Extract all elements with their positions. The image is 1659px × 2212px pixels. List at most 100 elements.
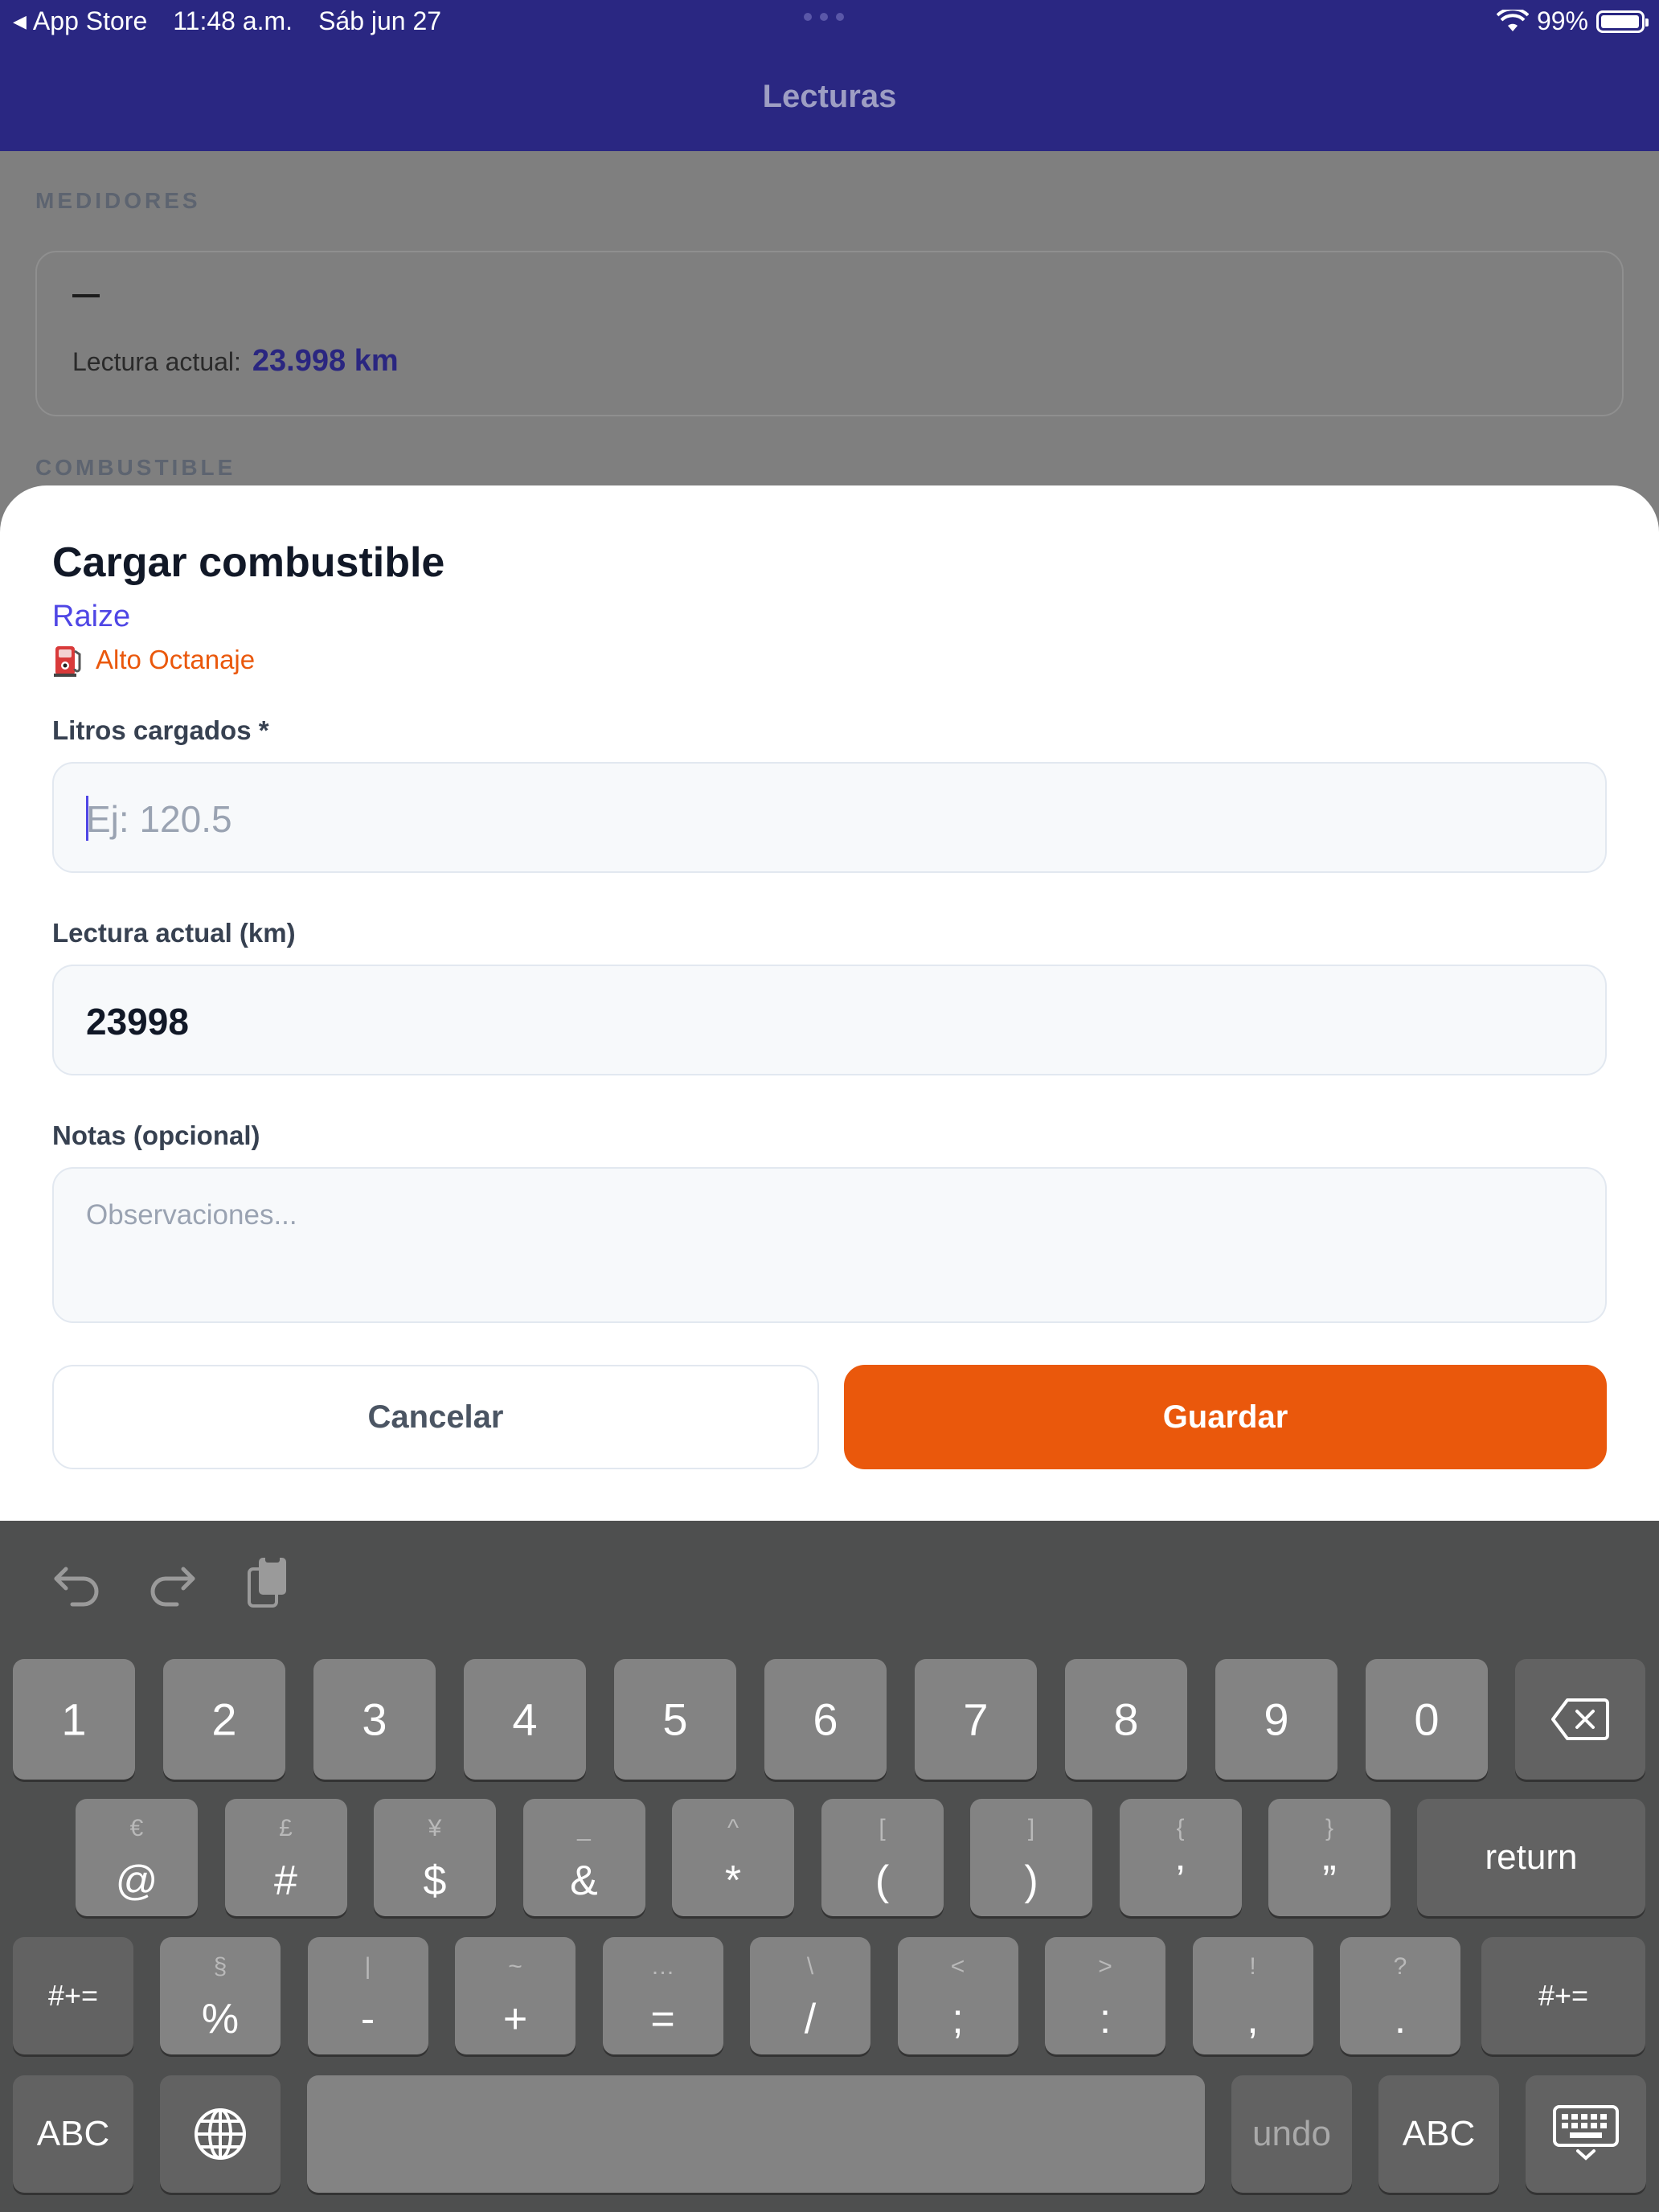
space-bar[interactable] — [307, 2075, 1205, 2193]
key-alt-label: ~ — [508, 1953, 522, 1980]
key-alt-label: € — [129, 1815, 144, 1841]
key-0[interactable]: 0 — [1366, 1659, 1488, 1780]
key-punct-8[interactable]: !, — [1192, 1937, 1313, 2054]
key-punct-5[interactable]: \ / — [750, 1937, 870, 2054]
key-label: % — [201, 1996, 240, 2042]
back-to-app-link[interactable]: App Store — [33, 6, 147, 36]
status-right: 99% — [1496, 6, 1649, 36]
key-label: 4 — [512, 1694, 538, 1745]
key-label: #+= — [47, 1979, 99, 2012]
key-2[interactable]: 2 — [163, 1659, 285, 1780]
key-punct-1[interactable]: §% — [160, 1937, 281, 2054]
key-punct-6[interactable]: <; — [897, 1937, 1018, 2054]
key-symbol-2[interactable]: £ # — [224, 1799, 347, 1916]
key-label: ” — [1322, 1858, 1337, 1904]
page-title: Lecturas — [762, 79, 897, 114]
key-alt-label: £ — [279, 1815, 293, 1841]
key-5[interactable]: 5 — [614, 1659, 736, 1780]
globe-key[interactable] — [160, 2075, 281, 2193]
liters-placeholder: Ej: 120.5 — [86, 798, 232, 840]
key-alt-label: _ — [577, 1815, 591, 1841]
key-symbol-6[interactable]: [( — [821, 1799, 944, 1916]
battery-icon — [1596, 10, 1649, 33]
key-label: . — [1394, 1996, 1407, 2042]
key-punct-7[interactable]: >: — [1045, 1937, 1165, 2054]
battery-percent: 99% — [1536, 6, 1588, 35]
key-label: * — [724, 1858, 742, 1904]
key-label: 0 — [1414, 1694, 1440, 1745]
key-label: 1 — [61, 1694, 87, 1745]
key-label: 5 — [662, 1694, 688, 1745]
key-punct-9[interactable]: ?. — [1340, 1937, 1460, 2054]
key-alt-label: < — [950, 1953, 965, 1980]
backspace-icon — [1551, 1698, 1609, 1740]
key-symbol-1[interactable]: € @ — [76, 1799, 198, 1916]
key-6[interactable]: 6 — [764, 1659, 887, 1780]
key-label: ; — [952, 1996, 964, 2042]
meter-card[interactable]: Lectura actual: 23.998 km — [35, 251, 1624, 416]
return-key[interactable]: return — [1417, 1799, 1645, 1916]
key-symbol-5[interactable]: ^ * — [672, 1799, 794, 1916]
key-label: 8 — [1113, 1694, 1139, 1745]
keyboard-dismiss-key[interactable] — [1526, 2075, 1646, 2193]
key-label: return — [1485, 1837, 1578, 1877]
key-1[interactable]: 1 — [13, 1659, 135, 1780]
key-alt-label: } — [1325, 1815, 1334, 1841]
key-punct-3[interactable]: ~ + — [455, 1937, 576, 2054]
section-medidores-label: MEDIDORES — [35, 188, 201, 213]
key-symbol-9[interactable]: }” — [1268, 1799, 1391, 1916]
reading-label: Lectura actual (km) — [52, 918, 296, 948]
key-alt-label: ¥ — [428, 1815, 442, 1841]
multitasking-dots-icon[interactable] — [804, 13, 844, 21]
key-symbol-4[interactable]: _ & — [522, 1799, 645, 1916]
abc-key-left[interactable]: ABC — [13, 2075, 133, 2193]
key-label: # — [274, 1858, 297, 1904]
key-label: , — [1247, 1996, 1259, 2042]
save-button[interactable]: Guardar — [844, 1365, 1607, 1469]
key-label: 6 — [813, 1694, 838, 1745]
key-label: ( — [875, 1858, 890, 1904]
key-punct-4[interactable]: … = — [602, 1937, 723, 2054]
key-alt-label: … — [650, 1953, 675, 1980]
key-8[interactable]: 8 — [1065, 1659, 1187, 1780]
shift-symbols-key-right[interactable]: #+= — [1481, 1937, 1645, 2054]
key-label: #+= — [1538, 1979, 1589, 2012]
key-alt-label: § — [213, 1953, 227, 1980]
abc-key-right[interactable]: ABC — [1378, 2075, 1499, 2193]
undo-key[interactable]: undo — [1231, 2075, 1352, 2193]
key-4[interactable]: 4 — [464, 1659, 586, 1780]
key-alt-label: | — [364, 1953, 371, 1980]
back-triangle-icon[interactable]: ◀ — [13, 11, 27, 32]
paste-icon[interactable] — [241, 1551, 297, 1612]
keyboard-dismiss-icon — [1553, 2105, 1619, 2161]
key-symbol-8[interactable]: {’ — [1119, 1799, 1242, 1916]
liters-input[interactable]: Ej: 120.5 — [52, 762, 1607, 873]
key-9[interactable]: 9 — [1215, 1659, 1337, 1780]
key-label: : — [1099, 1996, 1112, 2042]
reading-input[interactable]: 23998 — [52, 965, 1607, 1075]
meter-reading-label: Lectura actual: — [72, 347, 241, 376]
redo-arrow-icon[interactable] — [145, 1551, 201, 1612]
key-3[interactable]: 3 — [313, 1659, 436, 1780]
fuel-modal-sheet: Cargar combustible Raize Alto Octanaje L… — [0, 485, 1659, 1522]
section-combustible-label: COMBUSTIBLE — [35, 455, 236, 480]
key-symbol-3[interactable]: ¥ $ — [374, 1799, 496, 1916]
notes-textarea[interactable]: Observaciones... — [52, 1167, 1607, 1323]
key-symbol-7[interactable]: ]) — [970, 1799, 1092, 1916]
undo-arrow-icon[interactable] — [48, 1551, 104, 1612]
key-label: $ — [423, 1858, 447, 1904]
fuel-pump-icon — [54, 646, 81, 677]
key-alt-label: ? — [1393, 1953, 1407, 1980]
wifi-icon — [1496, 9, 1529, 31]
key-label: undo — [1252, 2114, 1331, 2153]
key-label: ) — [1024, 1858, 1038, 1904]
key-7[interactable]: 7 — [915, 1659, 1037, 1780]
key-label: & — [570, 1858, 598, 1904]
key-punct-2[interactable]: | - — [307, 1937, 428, 2054]
meter-name-placeholder — [72, 294, 100, 297]
backspace-key[interactable] — [1515, 1659, 1645, 1780]
shift-symbols-key-left[interactable]: #+= — [13, 1937, 133, 2054]
modal-title: Cargar combustible — [52, 539, 445, 586]
cancel-button[interactable]: Cancelar — [52, 1365, 819, 1469]
notes-label: Notas (opcional) — [52, 1120, 260, 1150]
